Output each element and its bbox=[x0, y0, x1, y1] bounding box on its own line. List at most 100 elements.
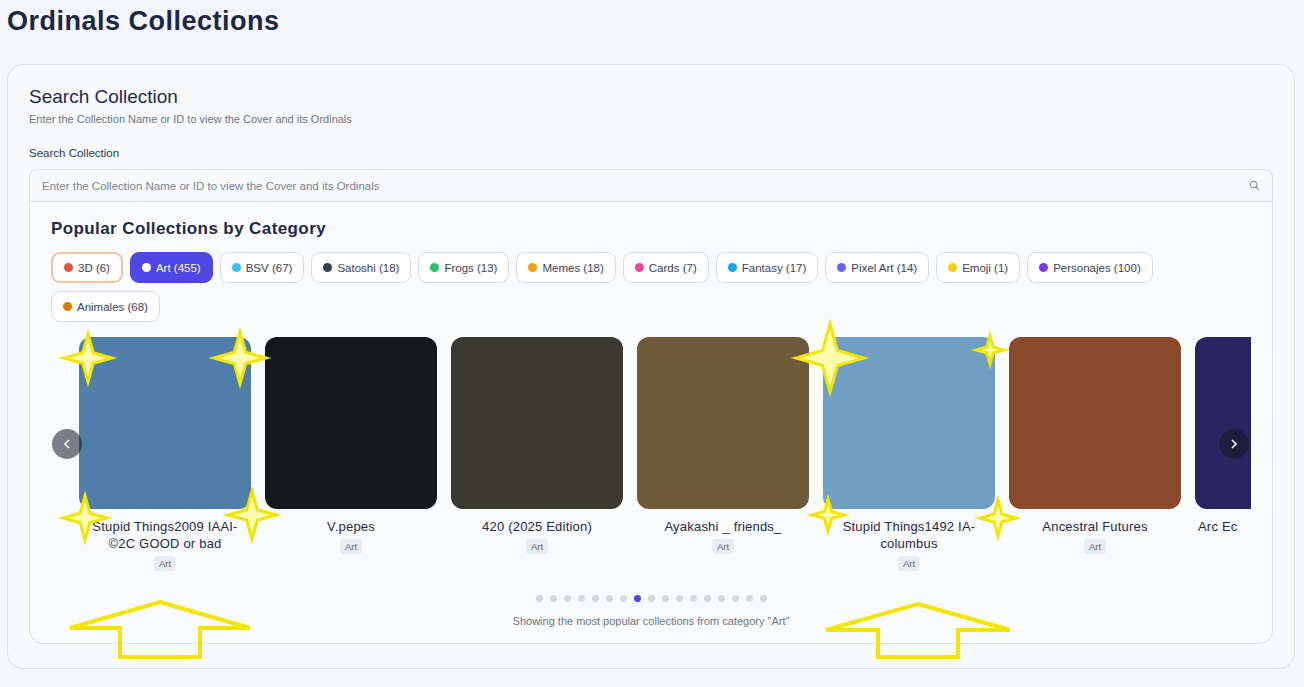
collection-cover bbox=[823, 337, 995, 509]
next-button[interactable] bbox=[1219, 429, 1249, 459]
category-label: Art (455) bbox=[156, 262, 201, 274]
category-label: 3D (6) bbox=[78, 262, 110, 274]
carousel-dot[interactable] bbox=[760, 595, 767, 602]
category-icon bbox=[728, 263, 737, 272]
category-tab[interactable]: 3D (6) bbox=[51, 252, 123, 283]
category-tabs: 3D (6) Art (455) BSV (67) Satoshi (18) F… bbox=[51, 252, 1251, 322]
category-label: Satoshi (18) bbox=[337, 262, 399, 274]
collection-card[interactable]: V.pepes Art bbox=[265, 337, 437, 571]
chevron-left-icon bbox=[61, 438, 73, 450]
category-tab[interactable]: Cards (7) bbox=[623, 252, 709, 283]
collection-name: Stupid Things1492 IA-columbus bbox=[823, 518, 995, 552]
carousel-dot[interactable] bbox=[676, 595, 683, 602]
category-label: Emoji (1) bbox=[962, 262, 1008, 274]
category-tab[interactable]: Pixel Art (14) bbox=[825, 252, 929, 283]
carousel-dot[interactable] bbox=[690, 595, 697, 602]
collection-card[interactable]: 420 (2025 Edition) Art bbox=[451, 337, 623, 571]
popular-heading: Popular Collections by Category bbox=[51, 218, 1251, 240]
category-icon bbox=[837, 263, 846, 272]
carousel-dot[interactable] bbox=[746, 595, 753, 602]
search-placeholder: Enter the Collection Name or ID to view … bbox=[42, 180, 1249, 192]
page: Ordinals Collections Search Collection E… bbox=[0, 0, 1304, 687]
collection-cover bbox=[1195, 337, 1251, 509]
prev-button[interactable] bbox=[52, 429, 82, 459]
collection-cover bbox=[1009, 337, 1181, 509]
category-tab[interactable]: Art (455) bbox=[130, 252, 213, 283]
carousel-dot[interactable] bbox=[606, 595, 613, 602]
annotation-arrow-icon bbox=[826, 604, 1010, 657]
carousel-dot[interactable] bbox=[718, 595, 725, 602]
carousel-dots bbox=[51, 595, 1251, 602]
collection-tag: Art bbox=[1084, 539, 1106, 554]
collection-name: Arc Ec bbox=[1195, 518, 1237, 535]
collection-tag: Art bbox=[712, 539, 734, 554]
category-icon bbox=[528, 263, 537, 272]
annotation-star-icon bbox=[228, 491, 276, 539]
collection-name: Ancestral Futures bbox=[1042, 518, 1147, 535]
collection-name: V.pepes bbox=[327, 518, 375, 535]
category-tab[interactable]: Emoji (1) bbox=[936, 252, 1020, 283]
carousel-caption: Showing the most popular collections fro… bbox=[51, 614, 1251, 629]
annotation-star-icon bbox=[63, 496, 107, 540]
annotation-star-icon bbox=[976, 336, 1004, 364]
carousel-dot[interactable] bbox=[732, 595, 739, 602]
chevron-right-icon bbox=[1228, 438, 1240, 450]
collection-carousel: Stupid Things2009 IAAI-©2C GOOD or bad A… bbox=[51, 337, 1251, 571]
category-tab[interactable]: Frogs (13) bbox=[418, 252, 509, 283]
category-label: Cards (7) bbox=[649, 262, 697, 274]
category-label: Fantasy (17) bbox=[742, 262, 807, 274]
annotation-star-icon bbox=[214, 332, 266, 384]
category-tab[interactable]: Animales (68) bbox=[51, 291, 160, 322]
carousel-dot[interactable] bbox=[634, 595, 641, 602]
collection-tag: Art bbox=[340, 539, 362, 554]
search-input[interactable]: Enter the Collection Name or ID to view … bbox=[29, 169, 1273, 202]
carousel-dot[interactable] bbox=[620, 595, 627, 602]
carousel-dot[interactable] bbox=[592, 595, 599, 602]
category-icon bbox=[63, 302, 72, 311]
category-tab[interactable]: Personajes (100) bbox=[1027, 252, 1153, 283]
collection-card[interactable]: Stupid Things1492 IA-columbus Art bbox=[823, 337, 995, 571]
annotation-star-icon bbox=[796, 324, 864, 392]
search-label: Search Collection bbox=[29, 145, 1273, 161]
collection-cover bbox=[637, 337, 809, 509]
category-icon bbox=[430, 263, 439, 272]
search-card: Search Collection Enter the Collection N… bbox=[7, 64, 1295, 669]
category-label: Personajes (100) bbox=[1053, 262, 1141, 274]
search-subtitle: Enter the Collection Name or ID to view … bbox=[29, 111, 1273, 127]
search-heading: Search Collection bbox=[29, 85, 1273, 109]
category-label: Animales (68) bbox=[77, 301, 148, 313]
collection-name: Stupid Things2009 IAAI-©2C GOOD or bad bbox=[79, 518, 251, 552]
category-icon bbox=[64, 263, 73, 272]
category-tab[interactable]: Fantasy (17) bbox=[716, 252, 819, 283]
carousel-dot[interactable] bbox=[564, 595, 571, 602]
category-icon bbox=[323, 263, 332, 272]
category-icon bbox=[1039, 263, 1048, 272]
annotation-star-icon bbox=[812, 499, 844, 531]
search-icon bbox=[1249, 180, 1260, 191]
collection-card[interactable]: Ancestral Futures Art bbox=[1009, 337, 1181, 571]
category-icon bbox=[948, 263, 957, 272]
annotation-star-icon bbox=[64, 334, 112, 382]
collection-tag: Art bbox=[898, 556, 920, 571]
collection-card[interactable]: Stupid Things2009 IAAI-©2C GOOD or bad A… bbox=[79, 337, 251, 571]
category-tab[interactable]: BSV (67) bbox=[220, 252, 305, 283]
category-icon bbox=[635, 263, 644, 272]
page-title: Ordinals Collections bbox=[7, 4, 1295, 38]
carousel-dot[interactable] bbox=[704, 595, 711, 602]
annotation-star-icon bbox=[980, 500, 1016, 536]
collection-tag: Art bbox=[154, 556, 176, 571]
carousel-dot[interactable] bbox=[536, 595, 543, 602]
category-tab[interactable]: Satoshi (18) bbox=[311, 252, 411, 283]
carousel-dot[interactable] bbox=[648, 595, 655, 602]
carousel-dot[interactable] bbox=[578, 595, 585, 602]
category-label: Memes (18) bbox=[542, 262, 603, 274]
collection-cover bbox=[79, 337, 251, 509]
collection-card[interactable]: Ayakashi _ friends_ Art bbox=[637, 337, 809, 571]
carousel-dot[interactable] bbox=[662, 595, 669, 602]
collection-name: Ayakashi _ friends_ bbox=[664, 518, 781, 535]
category-tab[interactable]: Memes (18) bbox=[516, 252, 615, 283]
collection-name: 420 (2025 Edition) bbox=[482, 518, 592, 535]
carousel-dot[interactable] bbox=[550, 595, 557, 602]
annotation-arrow-icon bbox=[70, 602, 250, 657]
category-label: BSV (67) bbox=[246, 262, 293, 274]
